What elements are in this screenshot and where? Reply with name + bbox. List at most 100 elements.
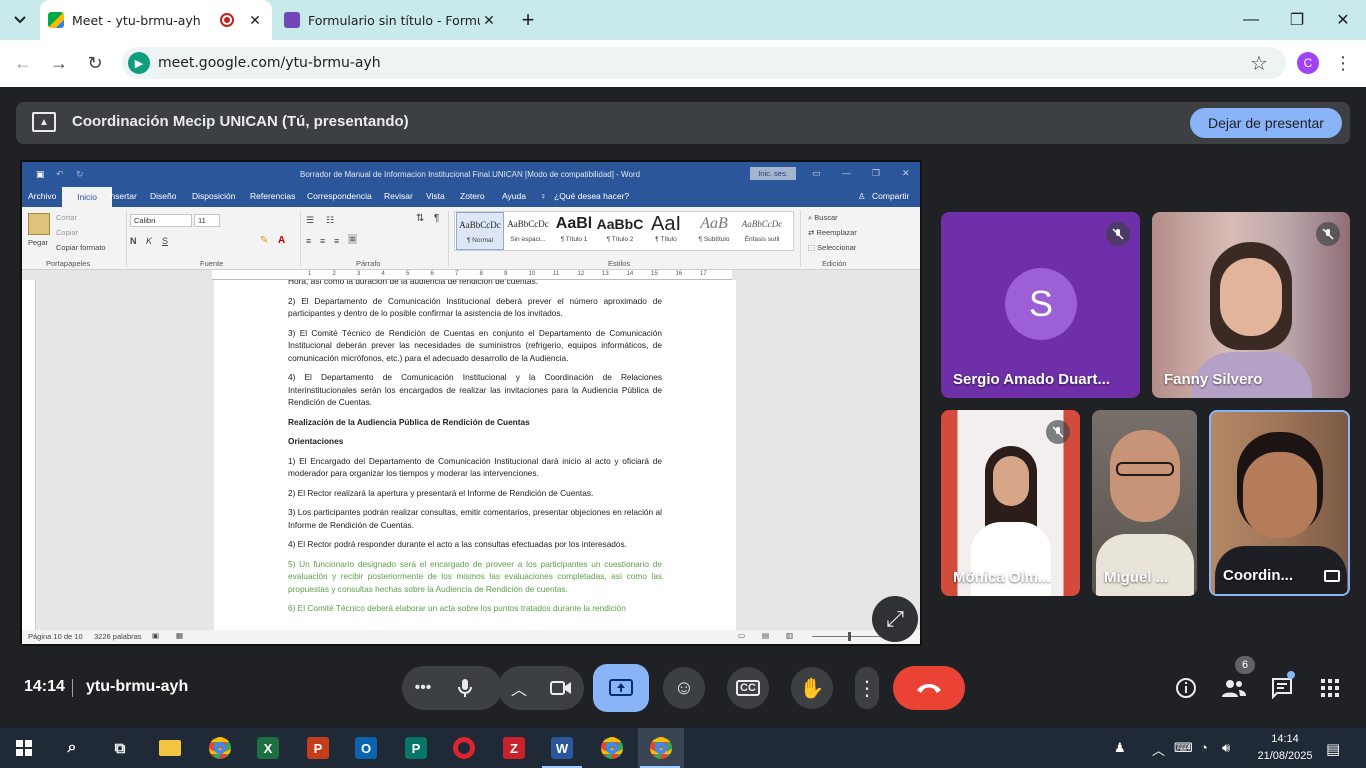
show-hidden-icons-chevron-up-icon[interactable]: ︿	[1152, 740, 1165, 759]
opera-icon[interactable]	[448, 732, 480, 764]
italic-button[interactable]: K	[146, 236, 152, 246]
word-count[interactable]: 3226 palabras	[94, 632, 142, 641]
more-options-button[interactable]: ⋮	[855, 667, 879, 709]
style-title[interactable]: AaI ¶ Título	[642, 212, 690, 250]
macro-icon[interactable]: ▦	[176, 631, 183, 640]
style-normal[interactable]: AaBbCcDc ¶ Normal	[456, 212, 504, 250]
style-subtle-emphasis[interactable]: AaBbCcDc Énfasis sutil	[738, 212, 786, 250]
notifications-icon[interactable]: ▤	[1326, 740, 1340, 758]
people-icon[interactable]	[1219, 673, 1249, 703]
style-subtitle[interactable]: AaB ¶ Subtítulo	[690, 212, 738, 250]
font-name-select[interactable]: Calibri	[130, 214, 192, 227]
ribbon-tab-zotero[interactable]: Zotero	[460, 191, 485, 201]
font-color-icon[interactable]: A	[278, 235, 285, 246]
meeting-code[interactable]: ytu-brmu-ayh	[86, 678, 188, 696]
word-minimize-button[interactable]: —	[842, 168, 851, 178]
participant-tile[interactable]: Mónica Olm...	[941, 410, 1080, 596]
profile-avatar[interactable]: C	[1297, 52, 1319, 74]
ribbon-tab-diseno[interactable]: Diseño	[150, 191, 176, 201]
stop-presenting-button[interactable]: Dejar de presentar	[1190, 108, 1342, 138]
horizontal-ruler[interactable]: 1 2 3 4 5 6 7 8 9 10 11 12 13 14 15 16 17	[212, 270, 732, 280]
sort-icon[interactable]: ⇅	[416, 213, 424, 224]
highlight-icon[interactable]: ✎	[260, 235, 268, 246]
document-paragraph[interactable]: 3) Los participantes podrán realizar con…	[288, 506, 662, 531]
maximize-button[interactable]: ❐	[1274, 0, 1320, 40]
close-window-button[interactable]: ✕	[1320, 0, 1366, 40]
excel-icon[interactable]: X	[252, 732, 284, 764]
windows-start-icon[interactable]	[8, 732, 40, 764]
ribbon-tab-insertar[interactable]: Insertar	[108, 191, 137, 201]
search-icon[interactable]: ⌕	[56, 732, 88, 764]
participant-tile-self[interactable]: Coordin...	[1209, 410, 1350, 596]
style-heading-1[interactable]: AaBl ¶ Título 1	[550, 212, 598, 250]
document-paragraph[interactable]: 4) El Departamento de Comunicación Insti…	[288, 371, 662, 409]
chrome-profile-icon[interactable]	[645, 732, 677, 764]
address-bar[interactable]: ▶ meet.google.com/ytu-brmu-ayh	[122, 47, 1286, 79]
forward-button[interactable]: →	[44, 48, 74, 78]
undo-icon[interactable]: ↶	[56, 169, 64, 180]
document-page[interactable]: Hora, así como la duración de la audienc…	[214, 280, 736, 630]
numbering-icon[interactable]: ☷	[326, 215, 334, 226]
paste-icon[interactable]	[28, 213, 50, 235]
document-paragraph[interactable]: Hora, así como la duración de la audienc…	[288, 280, 662, 288]
underline-button[interactable]: S	[162, 236, 168, 246]
font-size-select[interactable]: 11	[194, 214, 220, 227]
redo-icon[interactable]: ↻	[76, 169, 84, 180]
document-area[interactable]: Hora, así como la duración de la audienc…	[22, 280, 920, 630]
ribbon-display-icon[interactable]: ▭	[812, 168, 821, 179]
pdf-reader-icon[interactable]: Z	[498, 732, 530, 764]
proofing-icon[interactable]: ▣	[152, 631, 159, 640]
ribbon-tab-referencias[interactable]: Referencias	[250, 191, 295, 201]
minimize-button[interactable]: —	[1228, 0, 1274, 40]
keyboard-icon[interactable]: ⌨	[1174, 740, 1193, 756]
print-layout-icon[interactable]: ▤	[762, 631, 769, 640]
emoji-reaction-button[interactable]: ☺	[663, 667, 705, 709]
taskbar-date[interactable]: 21/08/2025	[1250, 750, 1320, 762]
save-icon[interactable]: ▣	[36, 169, 45, 180]
paste-label[interactable]: Pegar	[28, 238, 48, 247]
pilcrow-icon[interactable]: ¶	[434, 213, 439, 224]
people-tray-icon[interactable]: ♟	[1114, 740, 1126, 756]
tab-meet[interactable]: Meet - ytu-brmu-ayh ✕	[40, 0, 272, 40]
read-mode-icon[interactable]: ▭	[738, 631, 745, 640]
volume-icon[interactable]: 🔊︎	[1222, 740, 1230, 756]
close-tab-icon[interactable]: ✕	[480, 12, 498, 29]
document-paragraph[interactable]: 6) El Comité Técnico deberá elaborar un …	[288, 602, 662, 615]
tab-forms[interactable]: Formulario sin título - Formular ✕	[276, 0, 506, 40]
web-layout-icon[interactable]: ▥	[786, 631, 793, 640]
bold-button[interactable]: N	[130, 236, 137, 246]
page-count[interactable]: Página 10 de 10	[28, 632, 83, 641]
cut-button[interactable]: Cortar	[56, 213, 77, 222]
publisher-icon[interactable]: P	[400, 732, 432, 764]
justify-icon[interactable]: ≡	[348, 234, 358, 244]
back-button[interactable]: ←	[8, 48, 38, 78]
bookmark-star-icon[interactable]: ☆	[1244, 48, 1274, 78]
find-button[interactable]: ⌕ Buscar	[808, 213, 838, 223]
ribbon-tab-inicio[interactable]: Inicio	[62, 187, 112, 207]
ribbon-tab-archivo[interactable]: Archivo	[28, 191, 56, 201]
align-right-icon[interactable]: ≡	[334, 236, 339, 246]
task-view-icon[interactable]: ⧉	[104, 732, 136, 764]
camera-button[interactable]	[540, 667, 582, 709]
powerpoint-icon[interactable]: P	[302, 732, 334, 764]
document-paragraph[interactable]: 3) El Comité Técnico de Rendición de Cue…	[288, 327, 662, 365]
chrome-icon[interactable]	[596, 732, 628, 764]
style-heading-2[interactable]: AaBbC ¶ Título 2	[596, 212, 644, 250]
word-close-button[interactable]: ✕	[902, 168, 910, 179]
video-options-icon[interactable]: ︿	[498, 667, 540, 709]
close-tab-icon[interactable]: ✕	[246, 12, 264, 29]
copy-button[interactable]: Copiar	[56, 228, 78, 237]
select-button[interactable]: ⬚ Seleccionar	[808, 243, 856, 252]
raise-hand-button[interactable]: ✋	[791, 667, 833, 709]
document-paragraph[interactable]: Realización de la Audiencia Pública de R…	[288, 416, 662, 429]
reload-button[interactable]: ↻	[80, 48, 110, 78]
microphone-button[interactable]	[444, 667, 486, 709]
present-screen-button[interactable]	[593, 664, 649, 712]
format-painter-button[interactable]: Copiar formato	[56, 243, 106, 252]
zoom-slider-thumb[interactable]	[848, 632, 851, 641]
align-left-icon[interactable]: ≡	[306, 236, 311, 246]
word-maximize-button[interactable]: ❐	[872, 168, 880, 179]
new-tab-button[interactable]: +	[508, 0, 548, 40]
sign-in-button[interactable]: Inic. ses.	[750, 167, 796, 180]
captions-button[interactable]: CC	[727, 667, 769, 709]
